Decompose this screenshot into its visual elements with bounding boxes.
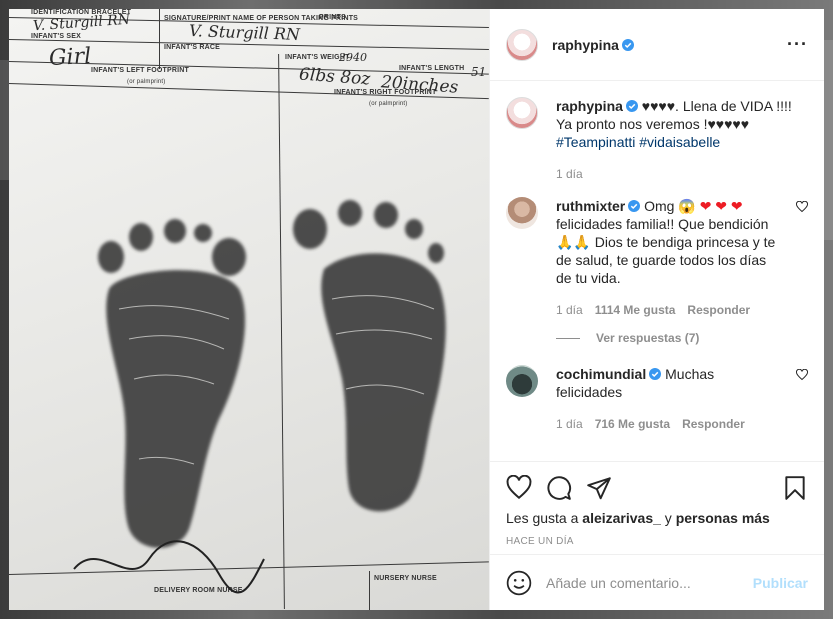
comment-input[interactable] (546, 574, 753, 591)
handwriting-length-cut: 51 (471, 65, 487, 79)
like-comment-heart-icon[interactable] (796, 369, 808, 381)
verified-badge-icon (649, 368, 662, 380)
like-heart-icon[interactable] (506, 475, 532, 501)
handwriting-time: 2940 (339, 51, 367, 64)
post-timestamp[interactable]: HACE UN DÍA (506, 536, 808, 547)
commenter-avatar[interactable] (506, 197, 538, 229)
publish-button[interactable]: Publicar (753, 575, 808, 591)
form-label-nursery-nurse: NURSERY NURSE (374, 575, 437, 582)
comments-list[interactable]: raphypina ♥♥♥♥. Llena de VIDA !!!! Ya pr… (490, 81, 824, 461)
comment-likes[interactable]: 716 Me gusta (595, 415, 670, 433)
comment-likes[interactable]: 1114 Me gusta (595, 301, 676, 319)
commenter-username[interactable]: ruthmixter (556, 198, 625, 214)
handwriting-sex: Girl (48, 43, 92, 72)
praying-hands-icon: 🙏🙏 (556, 234, 591, 250)
more-options-icon[interactable]: ··· (787, 34, 808, 55)
author-avatar[interactable] (506, 28, 538, 61)
comment-time[interactable]: 1 día (556, 415, 583, 433)
verified-badge-icon (621, 38, 634, 51)
form-label-left-palm: (or palmprint) (127, 79, 166, 85)
form-label-length: INFANT'S LENGTH (399, 65, 465, 72)
author-username[interactable]: raphypina (552, 37, 619, 53)
red-hearts-icon: ❤ ❤ ❤ (699, 198, 743, 214)
caption-hashtags[interactable]: #Teampinatti #vidaisabelle (556, 134, 720, 150)
post-sidebar: raphypina ··· raphypina ♥♥♥♥. Llena de V… (489, 9, 824, 610)
verified-badge-icon (625, 100, 638, 112)
commenter-username[interactable]: cochimundial (556, 366, 646, 382)
likes-join: y (664, 510, 672, 526)
caption-username[interactable]: raphypina (556, 98, 623, 114)
handwriting-signature: V. Sturgill RN (188, 21, 301, 44)
caption-time[interactable]: 1 día (556, 165, 583, 183)
save-bookmark-icon[interactable] (782, 475, 808, 501)
view-replies-label: Ver respuestas (7) (596, 331, 700, 345)
form-label-left-footprint: INFANT'S LEFT FOOTPRINT (91, 67, 190, 74)
left-footprint (98, 219, 246, 548)
verified-badge-icon (628, 200, 641, 212)
like-comment-heart-icon[interactable] (796, 201, 808, 213)
form-label-right-palm: (or palmprint) (369, 101, 408, 107)
emoji-picker-icon[interactable] (506, 570, 532, 596)
comment-item: ruthmixter Omg 😱 ❤ ❤ ❤ felicidades famil… (506, 197, 808, 319)
comment-time[interactable]: 1 día (556, 301, 583, 319)
reply-button[interactable]: Responder (682, 415, 745, 433)
post-photo: IDENTIFICATION BRACELET PRINTS SIGNATURE… (9, 9, 489, 610)
caption-avatar[interactable] (506, 97, 538, 129)
comment-text-rest: felicidades familia!! Que bendición (556, 216, 769, 232)
share-send-icon[interactable] (586, 475, 612, 501)
post-caption: raphypina ♥♥♥♥. Llena de VIDA !!!! Ya pr… (506, 97, 808, 183)
comment-item: cochimundial Muchas felicidades 1 día 71… (506, 365, 808, 433)
likes-prefix: Les gusta a (506, 510, 579, 526)
likes-summary: Les gusta a aleizarivas_ y personas más (506, 510, 808, 526)
liker-username[interactable]: aleizarivas_ (582, 510, 661, 526)
likes-others-link[interactable]: personas más (676, 510, 770, 526)
comment-bubble-icon[interactable] (546, 475, 572, 501)
form-label-sex: INFANT'S SEX (31, 33, 81, 40)
reply-button[interactable]: Responder (687, 301, 750, 319)
post-actions: Les gusta a aleizarivas_ y personas más … (490, 461, 824, 554)
post-header: raphypina ··· (490, 9, 824, 81)
commenter-avatar[interactable] (506, 365, 538, 397)
form-label-race: INFANT'S RACE (164, 44, 220, 51)
scream-emoji-icon: 😱 (678, 198, 696, 214)
right-footprint (293, 200, 446, 512)
post-modal: IDENTIFICATION BRACELET PRINTS SIGNATURE… (9, 9, 824, 610)
view-replies-button[interactable]: Ver respuestas (7) (556, 331, 808, 345)
comment-composer: Publicar (490, 554, 824, 610)
nurse-signature (73, 540, 265, 594)
comment-text-start: Omg (644, 198, 675, 214)
